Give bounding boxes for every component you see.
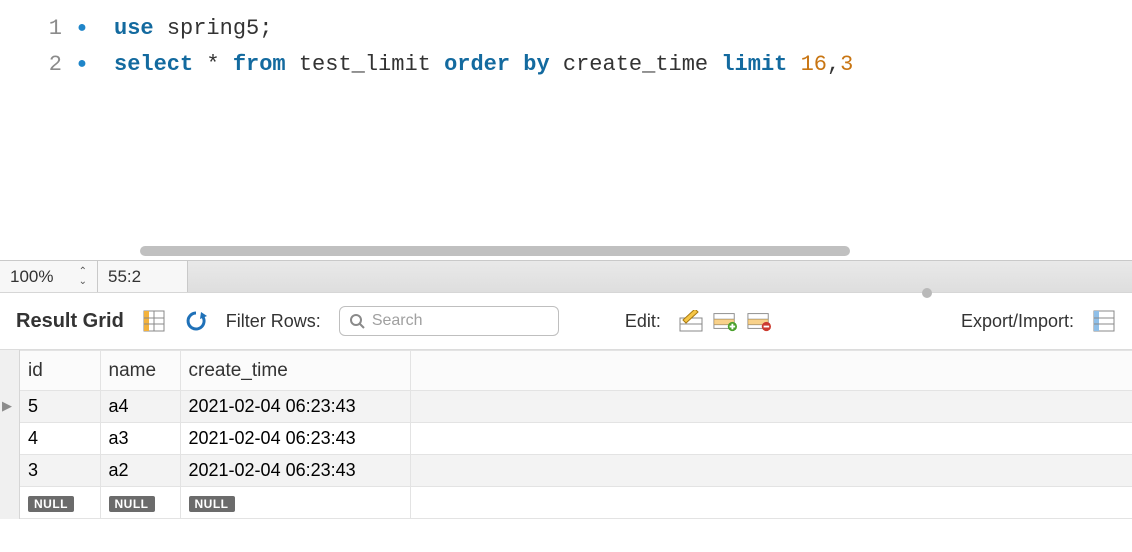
sql-editor[interactable]: 1●use spring5;2●select * from test_limit… bbox=[0, 0, 1132, 260]
cell-null[interactable]: NULL bbox=[180, 487, 410, 519]
zoom-value: 100% bbox=[10, 267, 53, 287]
edit-tools bbox=[679, 309, 771, 333]
result-toolbar: Result Grid Filter Rows: Edit: bbox=[0, 292, 1132, 350]
cell-name[interactable]: a4 bbox=[100, 391, 180, 423]
col-header-name[interactable]: name bbox=[100, 351, 180, 391]
table-row[interactable]: 4a32021-02-04 06:23:43 bbox=[20, 423, 1132, 455]
refresh-icon[interactable] bbox=[184, 309, 208, 333]
delete-row-icon[interactable] bbox=[747, 309, 771, 333]
table-row[interactable]: 5a42021-02-04 06:23:43 bbox=[20, 391, 1132, 423]
code-line[interactable]: 1●use spring5; bbox=[0, 10, 1132, 46]
result-body: 5a42021-02-04 06:23:434a32021-02-04 06:2… bbox=[20, 391, 1132, 519]
cell-empty bbox=[410, 423, 1132, 455]
chevron-down-icon[interactable]: ⌄ bbox=[79, 278, 87, 286]
result-table[interactable]: id name create_time 5a42021-02-04 06:23:… bbox=[20, 350, 1132, 519]
cursor-position: 55:2 bbox=[98, 261, 188, 292]
editor-hscroll-thumb[interactable] bbox=[140, 246, 850, 256]
editor-hscroll[interactable] bbox=[140, 246, 1132, 256]
statement-marker-icon: ● bbox=[70, 55, 94, 73]
edit-label: Edit: bbox=[625, 311, 661, 332]
null-pill: NULL bbox=[109, 496, 155, 512]
zoom-control[interactable]: 100% ⌃ ⌄ bbox=[0, 261, 98, 292]
result-grid[interactable]: id name create_time 5a42021-02-04 06:23:… bbox=[0, 350, 1132, 519]
export-icon[interactable] bbox=[1092, 309, 1116, 333]
null-pill: NULL bbox=[28, 496, 74, 512]
zoom-stepper[interactable]: ⌃ ⌄ bbox=[79, 268, 87, 286]
search-input[interactable] bbox=[339, 306, 559, 336]
result-grid-label: Result Grid bbox=[16, 310, 124, 333]
line-number: 2 bbox=[0, 52, 70, 77]
current-row-marker-icon: ▶ bbox=[2, 398, 12, 414]
cell-empty bbox=[410, 455, 1132, 487]
null-pill: NULL bbox=[189, 496, 235, 512]
col-header-empty bbox=[410, 351, 1132, 391]
cell-id[interactable]: 3 bbox=[20, 455, 100, 487]
cell-id[interactable]: 4 bbox=[20, 423, 100, 455]
col-header-id[interactable]: id bbox=[20, 351, 100, 391]
search-icon bbox=[349, 313, 365, 329]
cell-id[interactable]: 5 bbox=[20, 391, 100, 423]
status-bar: 100% ⌃ ⌄ 55:2 bbox=[0, 260, 1132, 292]
cell-create_time[interactable]: 2021-02-04 06:23:43 bbox=[180, 455, 410, 487]
cursor-position-value: 55:2 bbox=[108, 267, 141, 287]
cell-null[interactable]: NULL bbox=[100, 487, 180, 519]
insert-row[interactable]: NULL NULL NULL bbox=[20, 487, 1132, 519]
line-number: 1 bbox=[0, 16, 70, 41]
col-header-create-time[interactable]: create_time bbox=[180, 351, 410, 391]
splitter-dot-icon[interactable] bbox=[922, 288, 932, 298]
grid-view-icon[interactable] bbox=[142, 309, 166, 333]
cell-empty bbox=[410, 391, 1132, 423]
cell-name[interactable]: a3 bbox=[100, 423, 180, 455]
search-field[interactable] bbox=[339, 306, 559, 336]
table-row[interactable]: 3a22021-02-04 06:23:43 bbox=[20, 455, 1132, 487]
chevron-up-icon[interactable]: ⌃ bbox=[79, 268, 87, 276]
cell-name[interactable]: a2 bbox=[100, 455, 180, 487]
code-lines: 1●use spring5;2●select * from test_limit… bbox=[0, 0, 1132, 82]
header-row: id name create_time bbox=[20, 351, 1132, 391]
filter-rows-label: Filter Rows: bbox=[226, 311, 321, 332]
cell-empty bbox=[410, 487, 1132, 519]
status-rest bbox=[188, 261, 1132, 292]
export-import-label: Export/Import: bbox=[961, 311, 1074, 332]
cell-create_time[interactable]: 2021-02-04 06:23:43 bbox=[180, 423, 410, 455]
code-line[interactable]: 2●select * from test_limit order by crea… bbox=[0, 46, 1132, 82]
code-text[interactable]: select * from test_limit order by create… bbox=[94, 52, 853, 77]
edit-row-icon[interactable] bbox=[679, 309, 703, 333]
add-row-icon[interactable] bbox=[713, 309, 737, 333]
cell-create_time[interactable]: 2021-02-04 06:23:43 bbox=[180, 391, 410, 423]
statement-marker-icon: ● bbox=[70, 19, 94, 37]
row-gutter bbox=[0, 350, 20, 519]
code-text[interactable]: use spring5; bbox=[94, 16, 272, 41]
cell-null[interactable]: NULL bbox=[20, 487, 100, 519]
